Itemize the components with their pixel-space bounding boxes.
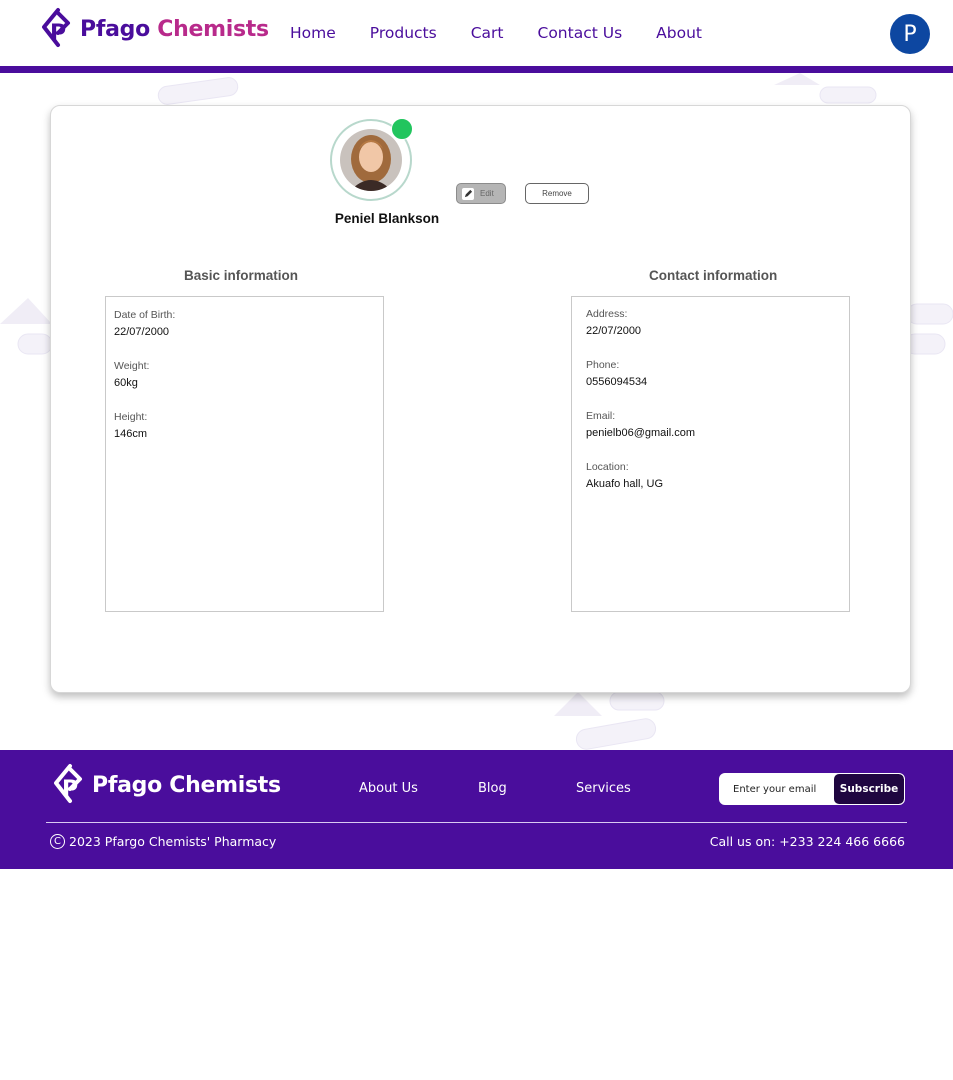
copyright: C 2023 Pfargo Chemists' Pharmacy xyxy=(50,834,276,849)
basic-info-title: Basic information xyxy=(184,268,299,283)
location-field: Location: Akuafo hall, UG xyxy=(586,461,664,490)
copyright-text: 2023 Pfargo Chemists' Pharmacy xyxy=(69,834,277,849)
newsletter-email-input[interactable] xyxy=(720,774,834,804)
weight-field: Weight: 60kg xyxy=(114,360,150,389)
header: P Pfago Chemists Home Products Cart Cont… xyxy=(0,0,953,66)
svg-text:P: P xyxy=(50,21,66,46)
person-photo-icon xyxy=(340,129,402,191)
footer-link-blog[interactable]: Blog xyxy=(478,781,507,796)
pill-decoration-icon xyxy=(905,303,953,355)
footer-logo[interactable]: P Pfago Chemists xyxy=(50,763,281,807)
logo[interactable]: P Pfago Chemists xyxy=(38,7,269,51)
footer-divider xyxy=(46,822,907,823)
svg-text:P: P xyxy=(62,777,78,802)
subscribe-button[interactable]: Subscribe xyxy=(834,774,904,804)
header-divider-bar xyxy=(0,66,953,73)
pill-decoration-icon xyxy=(774,73,877,104)
logo-icon: P xyxy=(54,764,82,803)
user-avatar[interactable]: P xyxy=(890,14,930,54)
footer: P Pfago Chemists About Us Blog Services … xyxy=(0,750,953,869)
pill-decoration-icon xyxy=(157,77,239,105)
newsletter-form: Subscribe xyxy=(719,773,905,805)
profile-name: Peniel Blankson xyxy=(334,211,440,226)
contact-info-box: Address: 22/07/2000 Phone: 0556094534 Em… xyxy=(571,296,850,612)
logo-text-secondary: Chemists xyxy=(157,16,269,42)
pill-decoration-icon xyxy=(554,692,665,750)
pencil-icon xyxy=(462,187,474,200)
footer-link-about-us[interactable]: About Us xyxy=(359,781,418,796)
basic-info-box: Date of Birth: 22/07/2000 Weight: 60kg H… xyxy=(105,296,384,612)
nav-home[interactable]: Home xyxy=(290,24,336,42)
footer-link-services[interactable]: Services xyxy=(576,781,631,796)
edit-button[interactable]: Edit xyxy=(456,183,506,204)
online-status-dot xyxy=(391,118,413,140)
profile-photo xyxy=(340,129,402,191)
main-nav: Home Products Cart Contact Us About xyxy=(290,24,736,42)
dob-field: Date of Birth: 22/07/2000 xyxy=(114,309,176,338)
call-us-text: Call us on: +233 224 466 6666 xyxy=(709,834,905,849)
footer-logo-text: Pfago Chemists xyxy=(92,772,281,798)
copyright-icon: C xyxy=(50,834,65,849)
contact-info-title: Contact information xyxy=(649,268,778,283)
edit-button-label: Edit xyxy=(480,189,494,198)
email-field: Email: penielb06@gmail.com xyxy=(586,410,696,439)
nav-cart[interactable]: Cart xyxy=(471,24,504,42)
nav-contact-us[interactable]: Contact Us xyxy=(538,24,623,42)
remove-button[interactable]: Remove xyxy=(525,183,589,204)
nav-products[interactable]: Products xyxy=(370,24,437,42)
nav-about[interactable]: About xyxy=(656,24,702,42)
profile-card: Peniel Blankson Edit Remove Basic inform… xyxy=(50,105,911,693)
pill-decoration-icon xyxy=(0,298,52,355)
logo-text-primary: Pfago xyxy=(80,16,150,42)
logo-icon: P xyxy=(42,8,70,47)
phone-field: Phone: 0556094534 xyxy=(586,359,648,388)
height-field: Height: 146cm xyxy=(114,411,148,440)
address-field: Address: 22/07/2000 xyxy=(586,308,642,337)
